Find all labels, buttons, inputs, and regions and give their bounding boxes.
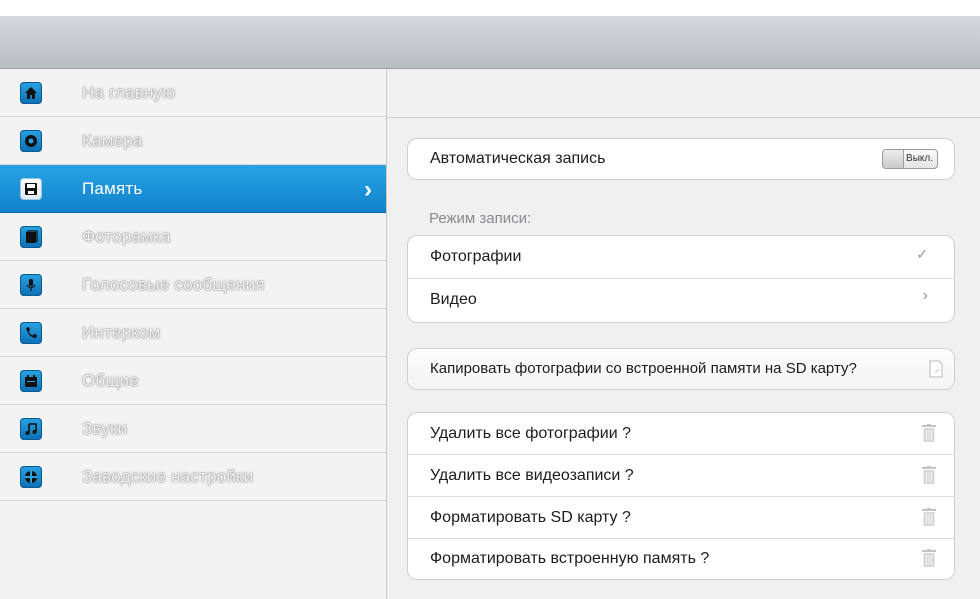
sidebar-item-home[interactable]: На главную: [0, 69, 386, 117]
sidebar-item-sounds[interactable]: Звуки: [0, 405, 386, 453]
factory-reset-icon: [20, 466, 42, 488]
option-label: Видео: [430, 291, 477, 308]
sidebar-item-voice-messages[interactable]: Голосовые сообщения: [0, 261, 386, 309]
sd-card-icon: [928, 360, 944, 378]
top-bar: [0, 16, 980, 69]
sidebar-item-intercom[interactable]: Интерком: [0, 309, 386, 357]
trash-icon: [922, 549, 936, 567]
delete-photos-row[interactable]: Удалить все фотографии ?: [408, 413, 954, 455]
option-label: Фотографии: [430, 248, 522, 265]
sidebar-item-camera[interactable]: Камера: [0, 117, 386, 165]
checkmark-icon: ✓: [916, 246, 928, 262]
auto-record-label: Автоматическая запись: [430, 150, 606, 167]
home-icon: [20, 82, 42, 104]
camera-icon: [20, 130, 42, 152]
copy-to-sd-label: Капировать фотографии со встроенной памя…: [430, 360, 857, 377]
auto-record-row[interactable]: Автоматическая запись Выкл.: [407, 138, 955, 180]
panel-header: [387, 69, 980, 118]
chevron-right-icon: ›: [364, 176, 372, 203]
sidebar-item-factory-settings[interactable]: Заводские настройки: [0, 453, 386, 501]
chevron-right-icon: ›: [922, 287, 928, 304]
sidebar-item-label: Голосовые сообщения: [82, 275, 265, 294]
trash-icon: [922, 508, 936, 526]
record-mode-heading: Режим записи:: [429, 210, 532, 227]
microphone-icon: [20, 274, 42, 296]
calendar-icon: [20, 370, 42, 392]
sidebar: На главную Камера Память › Фоторамка Гол…: [0, 69, 387, 599]
format-sd-row[interactable]: Форматировать SD карту ?: [408, 497, 954, 539]
sidebar-item-label: Звуки: [82, 419, 128, 438]
settings-panel: Автоматическая запись Выкл. Режим записи…: [387, 69, 980, 599]
trash-icon: [922, 466, 936, 484]
format-internal-memory-row[interactable]: Форматировать встроенную память ?: [408, 539, 954, 579]
toggle-knob: [883, 150, 904, 168]
action-label: Форматировать встроенную память ?: [430, 550, 710, 567]
sidebar-item-label: Память: [82, 179, 143, 198]
photo-frame-icon: [20, 226, 42, 248]
sidebar-item-label: На главную: [82, 83, 176, 102]
sidebar-item-label: Интерком: [82, 323, 161, 342]
record-mode-photos[interactable]: Фотографии ✓: [408, 236, 954, 279]
sidebar-item-label: Заводские настройки: [82, 467, 254, 486]
sidebar-item-label: Общие: [82, 371, 139, 390]
sidebar-item-memory[interactable]: Память ›: [0, 165, 386, 213]
sidebar-item-photo-frame[interactable]: Фоторамка: [0, 213, 386, 261]
delete-videos-row[interactable]: Удалить все видеозаписи ?: [408, 455, 954, 497]
action-label: Форматировать SD карту ?: [430, 509, 631, 526]
trash-icon: [922, 424, 936, 442]
delete-format-group: Удалить все фотографии ? Удалить все вид…: [407, 412, 955, 580]
floppy-disk-icon: [20, 178, 42, 200]
music-note-icon: [20, 418, 42, 440]
record-mode-video[interactable]: Видео ›: [408, 279, 954, 322]
sidebar-item-label: Камера: [82, 131, 143, 150]
copy-to-sd-button[interactable]: Капировать фотографии со встроенной памя…: [407, 348, 955, 390]
sidebar-item-label: Фоторамка: [82, 227, 171, 246]
action-label: Удалить все фотографии ?: [430, 425, 631, 442]
auto-record-toggle[interactable]: Выкл.: [882, 149, 938, 169]
record-mode-group: Фотографии ✓ Видео ›: [407, 235, 955, 323]
phone-icon: [20, 322, 42, 344]
sidebar-item-general[interactable]: Общие: [0, 357, 386, 405]
action-label: Удалить все видеозаписи ?: [430, 467, 634, 484]
toggle-state-label: Выкл.: [906, 153, 933, 164]
